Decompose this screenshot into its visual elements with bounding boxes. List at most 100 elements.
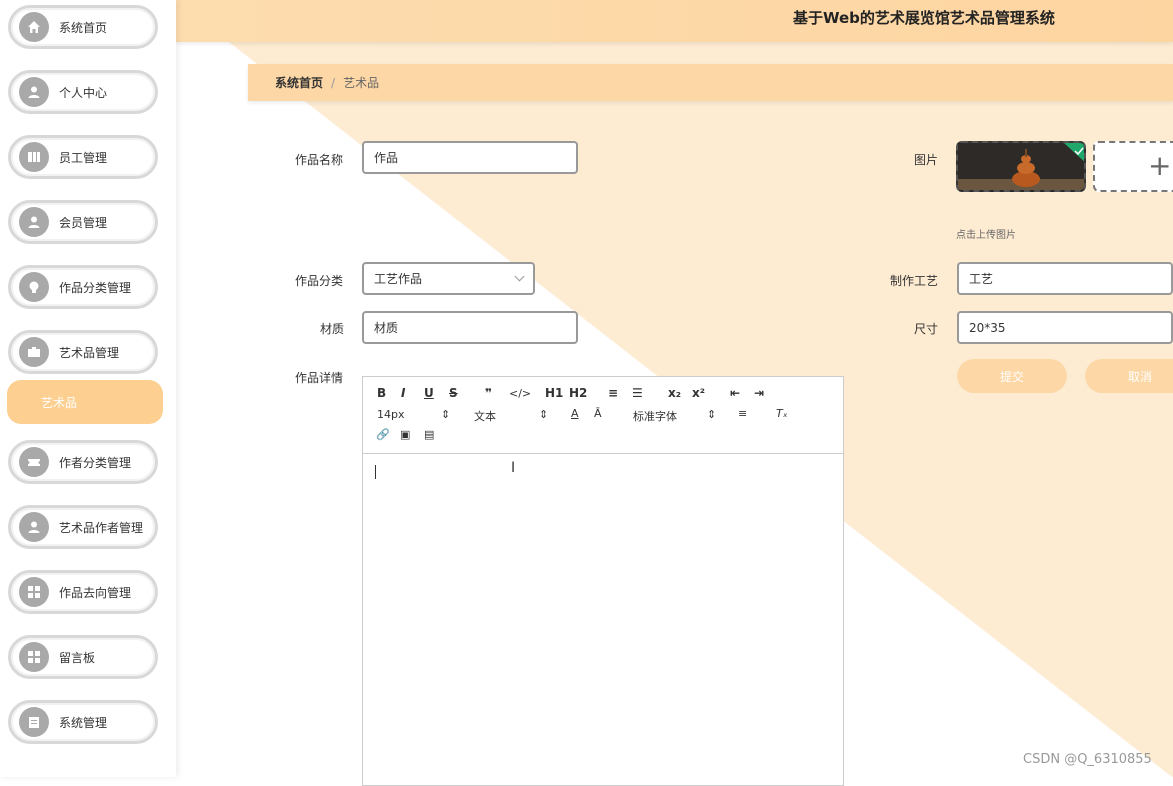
- updown-icon: ⇕: [539, 408, 549, 421]
- updown-icon: ⇕: [707, 408, 717, 421]
- background-color-icon[interactable]: Ā: [594, 407, 602, 420]
- video-icon[interactable]: ▤: [424, 428, 434, 441]
- app-title: 基于Web的艺术展览馆艺术品管理系统: [793, 9, 1055, 27]
- sidebar-item-artwork-mgmt[interactable]: 艺术品管理: [8, 330, 158, 374]
- watermark: CSDN @Q_6310855: [1023, 752, 1152, 767]
- sidebar-item-staff[interactable]: 员工管理: [8, 135, 158, 179]
- category-select[interactable]: 工艺作品: [362, 262, 535, 295]
- sidebar-item-system[interactable]: 系统管理: [8, 700, 158, 744]
- sidebar-subitem-label: 艺术品: [41, 395, 78, 410]
- text-caret: [375, 465, 376, 479]
- category-label: 作品分类: [295, 274, 344, 288]
- upload-add-button[interactable]: +: [1093, 141, 1173, 192]
- detail-label: 作品详情: [295, 371, 344, 385]
- strike-button[interactable]: S: [449, 386, 458, 400]
- text-type-select[interactable]: 文本: [474, 408, 496, 424]
- material-label: 材质: [320, 322, 345, 336]
- image-label: 图片: [914, 153, 939, 167]
- craft-value: 工艺: [969, 272, 994, 286]
- book-icon: [19, 142, 49, 172]
- font-family-select[interactable]: 标准字体: [633, 408, 677, 424]
- user-icon: [19, 207, 49, 237]
- material-value: 材质: [374, 321, 399, 335]
- name-label: 作品名称: [295, 153, 344, 167]
- breadcrumb-home[interactable]: 系统首页: [275, 74, 323, 91]
- home-icon: [19, 12, 49, 42]
- sidebar-item-home[interactable]: 系统首页: [8, 5, 158, 49]
- bold-button[interactable]: B: [377, 386, 386, 400]
- font-size-select[interactable]: 14px: [377, 408, 405, 421]
- sidebar-item-author-category[interactable]: 作者分类管理: [8, 440, 158, 484]
- clipboard-icon: [19, 707, 49, 737]
- code-button[interactable]: </>: [509, 387, 531, 400]
- material-input[interactable]: 材质: [362, 311, 578, 344]
- submit-label: 提交: [999, 369, 1024, 384]
- name-value: 作品: [374, 151, 399, 165]
- sidebar-item-authors[interactable]: 艺术品作者管理: [8, 505, 158, 549]
- bullet-list-button[interactable]: ☰: [632, 386, 643, 400]
- ordered-list-button[interactable]: ≡: [608, 386, 618, 400]
- indent-button[interactable]: ⇥: [754, 386, 764, 400]
- breadcrumb: 系统首页 / 艺术品: [248, 64, 1173, 101]
- size-input[interactable]: 20*35: [957, 311, 1173, 344]
- underline-button[interactable]: U: [424, 386, 434, 400]
- user-icon: [19, 512, 49, 542]
- sidebar: 系统首页 个人中心 员工管理 会员管理 作品分类管理 艺术品管理 艺术品 作者分…: [0, 0, 176, 777]
- italic-button[interactable]: I: [401, 386, 405, 400]
- rich-text-editor[interactable]: B I U S ❞ </> H1 H2 ≡ ☰ x₂ x² ⇤ ⇥ 14px ⇕…: [362, 376, 844, 786]
- editor-toolbar: B I U S ❞ </> H1 H2 ≡ ☰ x₂ x² ⇤ ⇥ 14px ⇕…: [363, 377, 843, 454]
- sidebar-item-members[interactable]: 会员管理: [8, 200, 158, 244]
- briefcase-icon: [19, 337, 49, 367]
- sidebar-item-label: 艺术品管理: [59, 345, 120, 360]
- superscript-button[interactable]: x²: [692, 386, 705, 400]
- sidebar-item-label: 系统管理: [59, 715, 108, 730]
- ticket-icon: [19, 447, 49, 477]
- chevron-down-icon: [514, 271, 525, 282]
- updown-icon: ⇕: [441, 408, 451, 421]
- plus-icon: +: [1148, 149, 1172, 182]
- craft-label: 制作工艺: [890, 274, 939, 288]
- outdent-button[interactable]: ⇤: [730, 386, 740, 400]
- size-label: 尺寸: [914, 322, 939, 336]
- subscript-button[interactable]: x₂: [668, 386, 681, 400]
- sidebar-item-label: 个人中心: [59, 85, 108, 100]
- breadcrumb-separator: /: [331, 75, 336, 90]
- uploaded-image-thumbnail[interactable]: [956, 141, 1086, 192]
- grid-icon: [19, 642, 49, 672]
- size-value: 20*35: [969, 320, 1006, 335]
- bulb-icon: [19, 272, 49, 302]
- submit-button[interactable]: 提交: [957, 359, 1067, 393]
- sidebar-item-label: 员工管理: [59, 150, 108, 165]
- sidebar-item-label: 作品分类管理: [59, 280, 132, 295]
- breadcrumb-current: 艺术品: [343, 76, 380, 90]
- sidebar-item-work-category[interactable]: 作品分类管理: [8, 265, 158, 309]
- sidebar-item-label: 作者分类管理: [59, 455, 132, 470]
- image-icon[interactable]: ▣: [400, 428, 410, 441]
- clear-format-icon[interactable]: Tₓ: [776, 407, 788, 420]
- craft-input[interactable]: 工艺: [957, 262, 1173, 295]
- font-color-icon[interactable]: A: [571, 407, 579, 420]
- gourd-image: [958, 143, 1084, 190]
- cancel-button[interactable]: 取消: [1085, 359, 1173, 393]
- grid-icon: [19, 577, 49, 607]
- cancel-label: 取消: [1127, 369, 1152, 384]
- h1-button[interactable]: H1: [545, 386, 563, 400]
- header-bar: 基于Web的艺术展览馆艺术品管理系统: [176, 0, 1173, 42]
- name-input[interactable]: 作品: [362, 141, 578, 174]
- align-icon[interactable]: ≡: [738, 407, 747, 420]
- sidebar-item-label: 艺术品作者管理: [59, 520, 144, 535]
- sidebar-item-work-destination[interactable]: 作品去向管理: [8, 570, 158, 614]
- user-icon: [19, 77, 49, 107]
- h2-button[interactable]: H2: [569, 386, 587, 400]
- sidebar-item-profile[interactable]: 个人中心: [8, 70, 158, 114]
- sidebar-item-label: 留言板: [59, 650, 96, 665]
- upload-hint: 点击上传图片: [956, 230, 1016, 241]
- quote-button[interactable]: ❞: [485, 386, 492, 400]
- ibeam-cursor-icon: I: [511, 460, 516, 476]
- sidebar-item-guestbook[interactable]: 留言板: [8, 635, 158, 679]
- sidebar-item-label: 作品去向管理: [59, 585, 132, 600]
- sidebar-item-label: 会员管理: [59, 215, 108, 230]
- sidebar-subitem-artwork[interactable]: 艺术品: [7, 380, 163, 424]
- category-value: 工艺作品: [374, 272, 423, 286]
- link-icon[interactable]: 🔗: [376, 428, 390, 441]
